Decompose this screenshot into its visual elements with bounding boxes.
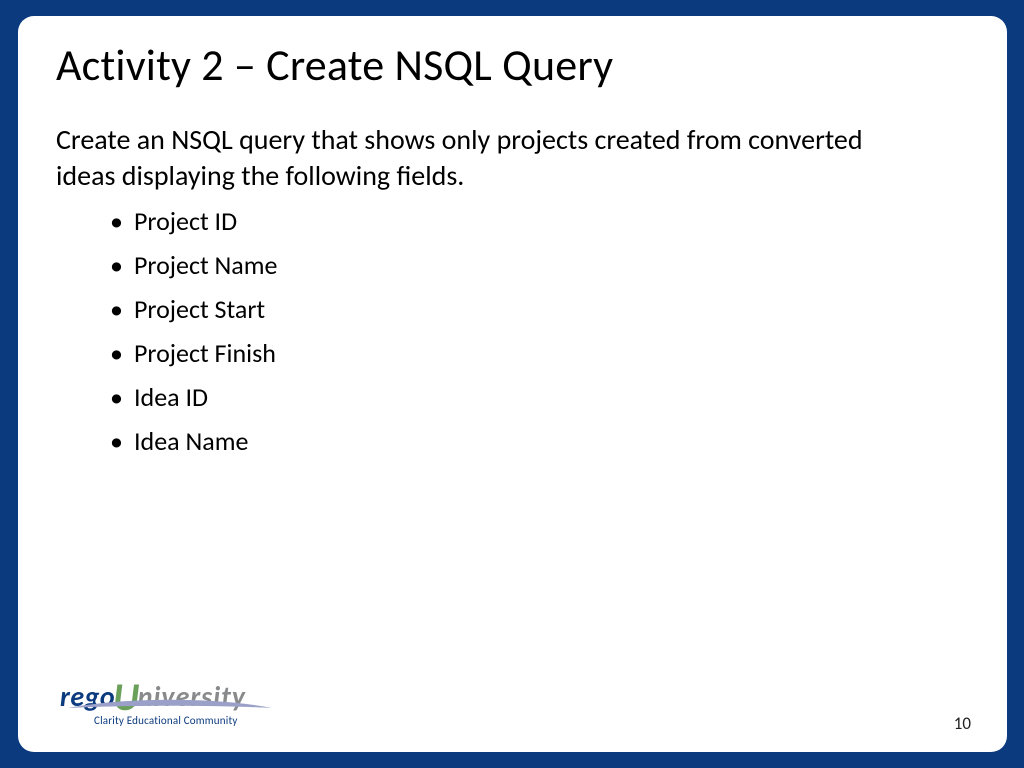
slide-title: Activity 2 – Create NSQL Query xyxy=(56,38,613,92)
list-item: Project Finish xyxy=(110,340,277,366)
list-item: Project Start xyxy=(110,296,277,322)
logo: regoUniversity Clarity Educational Commu… xyxy=(60,666,300,730)
list-item: Idea ID xyxy=(110,384,277,410)
slide: Activity 2 – Create NSQL Query Create an… xyxy=(18,16,1007,752)
list-item: Project Name xyxy=(110,252,277,278)
list-item: Idea Name xyxy=(110,428,277,454)
logo-tagline: Clarity Educational Community xyxy=(94,714,238,727)
bullet-list: Project ID Project Name Project Start Pr… xyxy=(110,208,277,472)
page-number: 10 xyxy=(954,713,971,734)
list-item: Project ID xyxy=(110,208,277,234)
slide-intro-text: Create an NSQL query that shows only pro… xyxy=(56,122,886,194)
